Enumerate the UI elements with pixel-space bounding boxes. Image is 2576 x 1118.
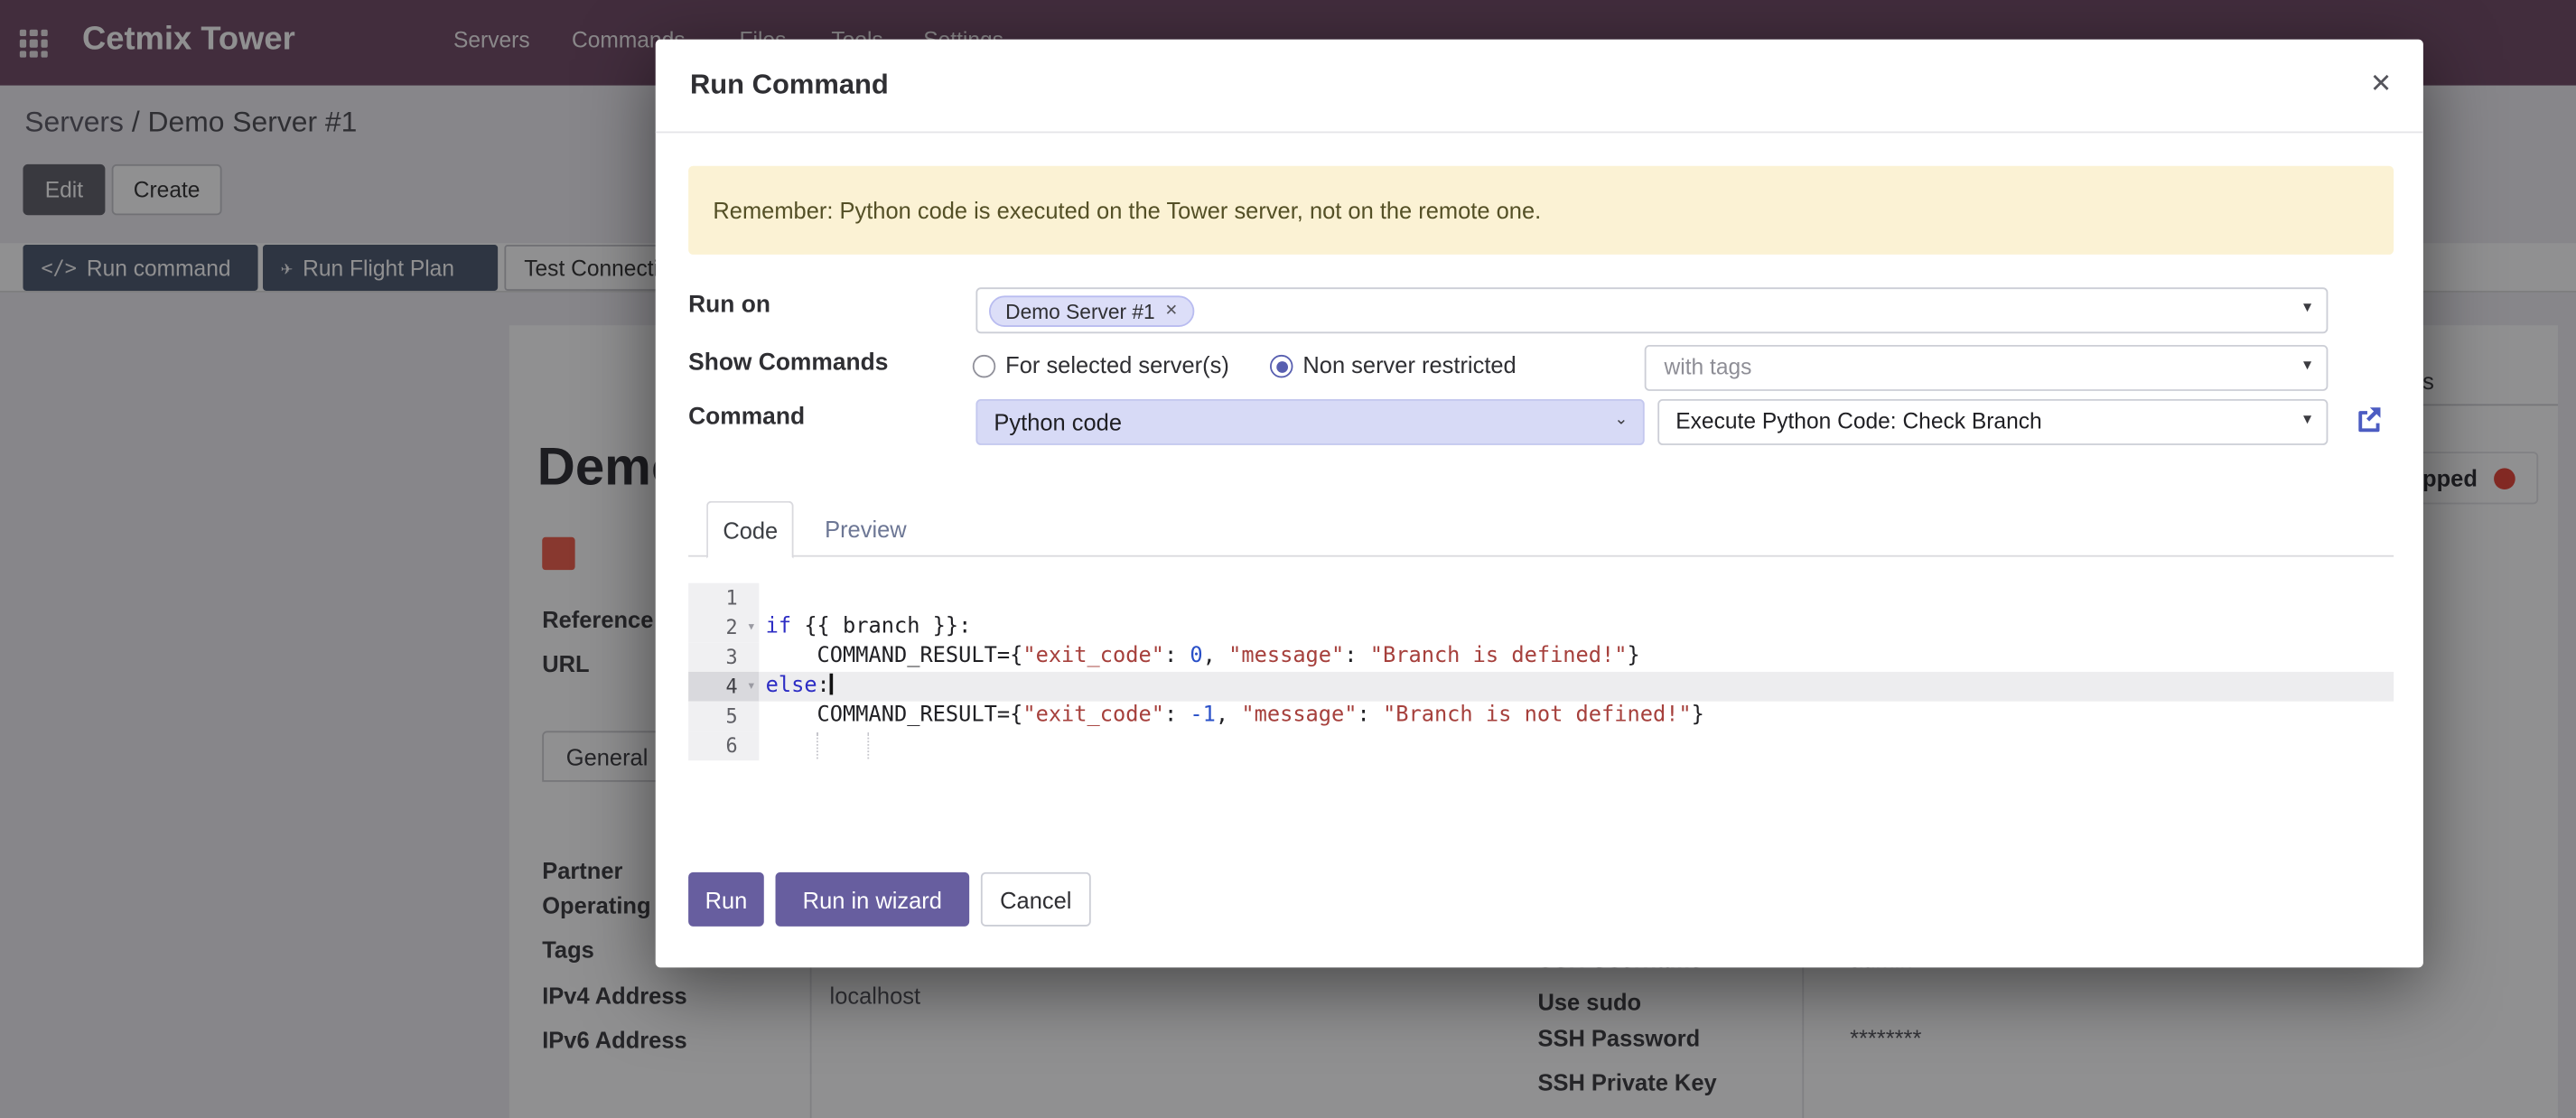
run-on-field[interactable]: Demo Server #1 ✕ ▾ — [975, 287, 2328, 333]
caret-down-icon: ▾ — [2303, 411, 2311, 429]
command-value: Execute Python Code: Check Branch — [1675, 409, 2041, 433]
line-number: 4▾ — [688, 672, 759, 702]
run-in-wizard-button[interactable]: Run in wizard — [776, 872, 970, 927]
code-line-text: COMMAND_RESULT={"exit_code": 0, "message… — [759, 642, 2394, 672]
line-number: 2▾ — [688, 612, 759, 642]
code-line: 2▾if {{ branch }}: — [688, 612, 2394, 642]
modal-title: Run Command — [690, 69, 889, 101]
code-editor-lines: 12▾if {{ branch }}:3 COMMAND_RESULT={"ex… — [688, 583, 2394, 760]
line-number: 3 — [688, 642, 759, 672]
code-line-text: COMMAND_RESULT={"exit_code": -1, "messag… — [759, 702, 2394, 731]
show-commands-label: Show Commands — [688, 349, 888, 376]
code-line: 4▾else: — [688, 672, 2394, 702]
modal-tabs: Code Preview — [688, 501, 2394, 557]
server-tag-label: Demo Server #1 — [1005, 300, 1155, 322]
close-icon[interactable]: ✕ — [2370, 68, 2392, 100]
line-number: 5 — [688, 702, 759, 731]
radio-non-server-restricted-label[interactable]: Non server restricted — [1302, 351, 1516, 377]
fold-caret-icon[interactable]: ▾ — [747, 672, 756, 702]
modal-header: Run Command ✕ — [656, 40, 2423, 134]
code-line: 5 COMMAND_RESULT={"exit_code": -1, "mess… — [688, 702, 2394, 731]
line-number: 1 — [688, 583, 759, 613]
radio-for-selected-servers-label[interactable]: For selected server(s) — [1005, 351, 1229, 377]
fold-caret-icon[interactable]: ▾ — [747, 612, 756, 642]
command-type-value: Python code — [994, 409, 1122, 435]
run-command-modal: Run Command ✕ Remember: Python code is e… — [656, 40, 2423, 968]
code-line-text — [759, 731, 2394, 760]
code-line: 6 — [688, 731, 2394, 760]
code-line-text — [759, 583, 2394, 613]
cancel-button[interactable]: Cancel — [981, 872, 1091, 927]
radio-non-server-restricted[interactable] — [1270, 355, 1293, 377]
server-tag: Demo Server #1 ✕ — [989, 295, 1194, 327]
caret-down-icon: ▾ — [2303, 299, 2311, 317]
run-button[interactable]: Run — [688, 872, 764, 927]
warning-alert: Remember: Python code is executed on the… — [688, 166, 2394, 255]
run-on-label: Run on — [688, 293, 770, 319]
command-label: Command — [688, 404, 805, 430]
with-tags-placeholder: with tags — [1665, 355, 1752, 379]
remove-tag-icon[interactable]: ✕ — [1165, 303, 1178, 321]
chevron-down-icon: ⌄ — [1614, 411, 1628, 429]
command-type-select[interactable]: Python code ⌄ — [975, 399, 1644, 445]
screenshot-root: Cetmix Tower Servers Commands Files Tool… — [0, 0, 2576, 1118]
code-editor[interactable]: 12▾if {{ branch }}:3 COMMAND_RESULT={"ex… — [688, 583, 2394, 760]
external-link-icon[interactable] — [2354, 405, 2382, 433]
radio-for-selected-servers[interactable] — [973, 355, 995, 377]
code-line: 3 COMMAND_RESULT={"exit_code": 0, "messa… — [688, 642, 2394, 672]
code-line: 1 — [688, 583, 2394, 613]
code-line-text: if {{ branch }}: — [759, 612, 2394, 642]
text-cursor — [830, 674, 834, 695]
tab-code[interactable]: Code — [706, 501, 794, 559]
code-line-text: else: — [759, 672, 2394, 702]
warning-alert-text: Remember: Python code is executed on the… — [713, 197, 1541, 223]
with-tags-select[interactable]: with tags ▾ — [1645, 345, 2329, 391]
line-number: 6 — [688, 731, 759, 760]
command-select[interactable]: Execute Python Code: Check Branch ▾ — [1657, 399, 2328, 445]
tab-preview[interactable]: Preview — [810, 501, 921, 557]
caret-down-icon: ▾ — [2303, 357, 2311, 375]
